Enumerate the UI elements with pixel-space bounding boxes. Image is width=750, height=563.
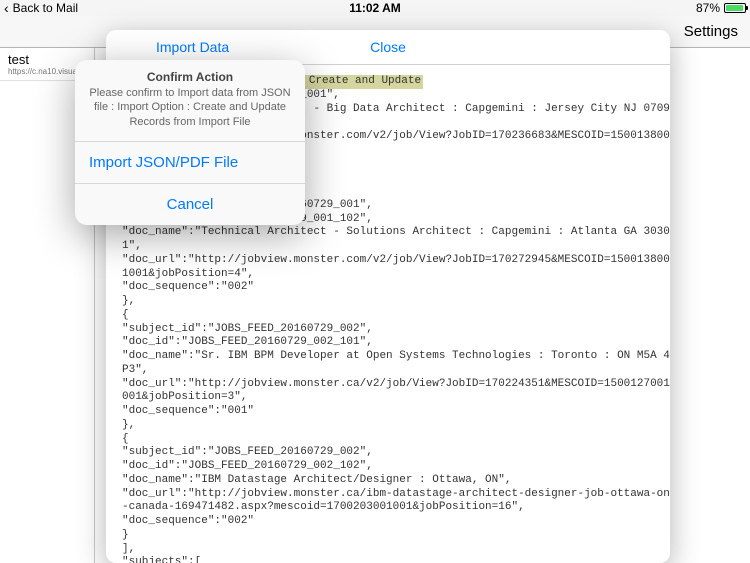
status-back-to-mail[interactable]: ‹ Back to Mail — [4, 0, 78, 16]
status-battery: 87% — [696, 1, 746, 15]
sidebar-item-title: test — [8, 52, 86, 67]
import-json-pdf-button[interactable]: Import JSON/PDF File — [75, 141, 305, 183]
settings-button[interactable]: Settings — [684, 23, 738, 40]
chevron-left-icon: ‹ — [4, 0, 9, 16]
battery-icon — [724, 3, 746, 13]
back-label: Back to Mail — [13, 1, 78, 15]
close-button[interactable]: Close — [370, 39, 406, 55]
cancel-button[interactable]: Cancel — [75, 183, 305, 225]
import-data-button[interactable]: Import Data — [156, 39, 229, 55]
battery-percent: 87% — [696, 1, 720, 15]
confirm-popover: Confirm Action Please confirm to Import … — [75, 60, 305, 225]
status-time: 11:02 AM — [349, 1, 401, 15]
status-bar: ‹ Back to Mail 11:02 AM 87% — [0, 0, 750, 16]
popover-message: Please confirm to Import data from JSON … — [75, 86, 305, 141]
popover-title: Confirm Action — [75, 60, 305, 86]
